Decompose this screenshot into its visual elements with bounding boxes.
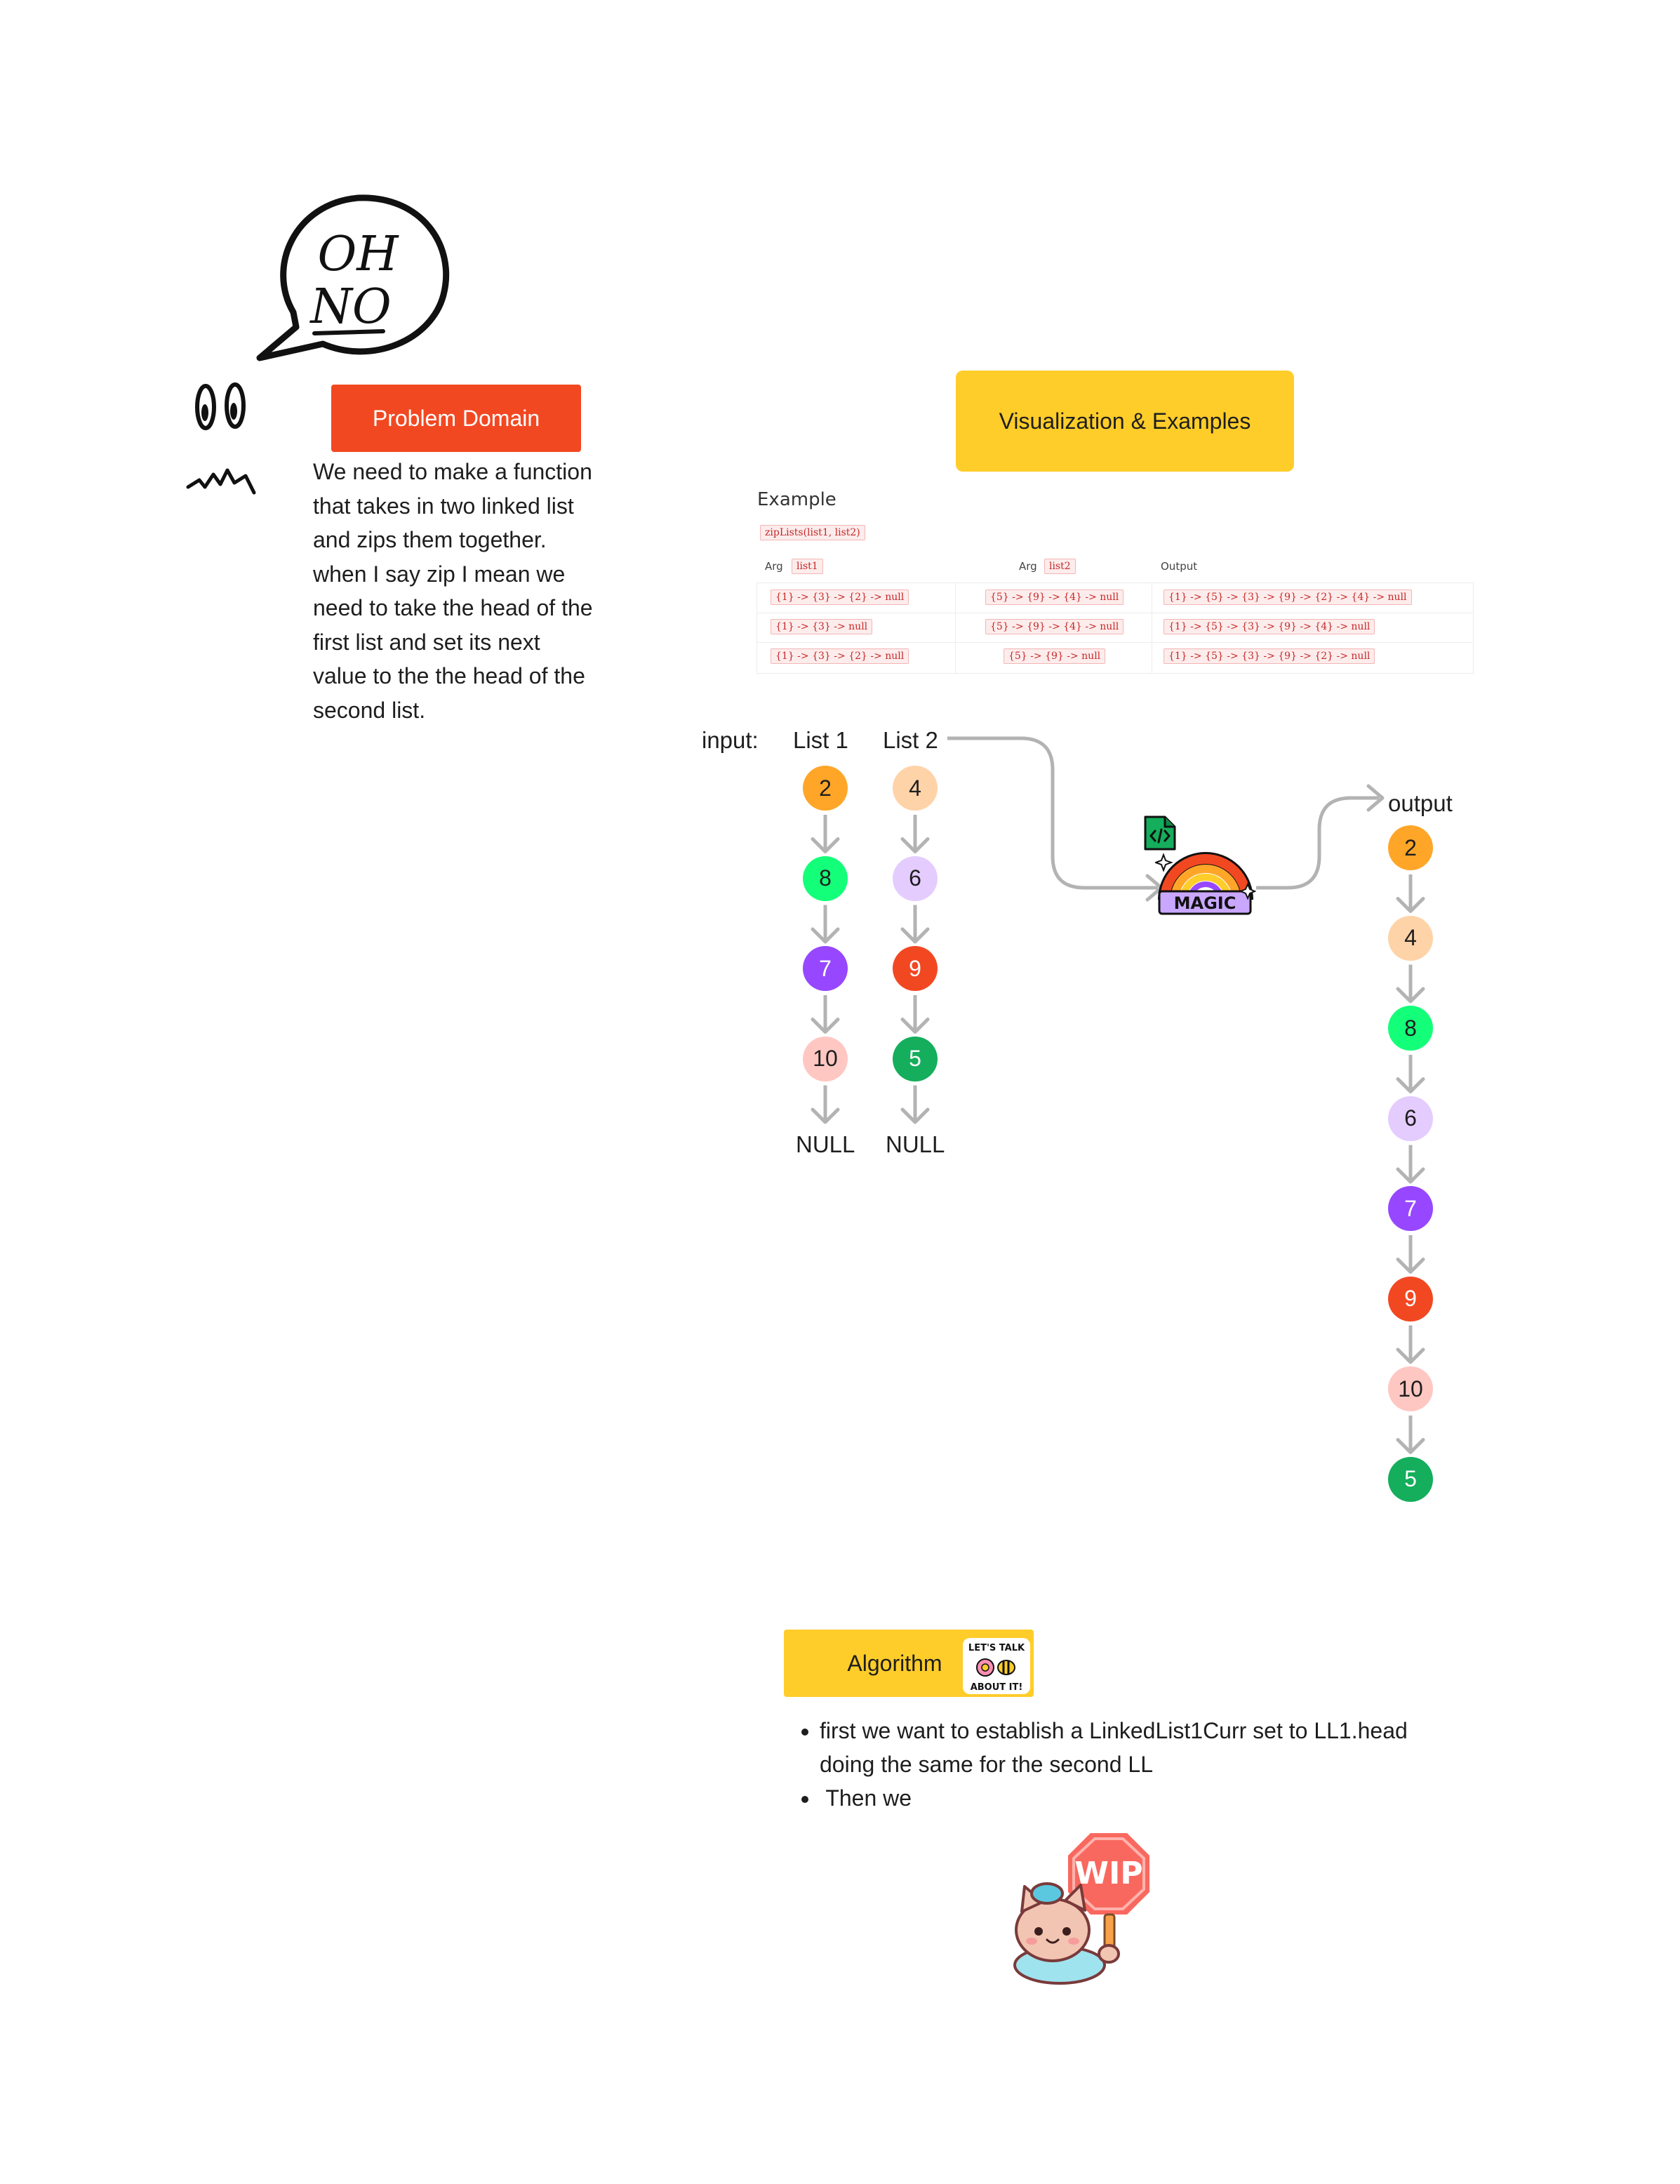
magic-to-output-connector bbox=[1256, 796, 1379, 890]
list2-to-magic-connector bbox=[947, 736, 1158, 890]
wip-cat-sticker: WIP bbox=[1013, 1825, 1157, 1985]
lets-talk-top-text: LET'S TALK bbox=[968, 1643, 1025, 1653]
diagram-arrows bbox=[811, 736, 1425, 1454]
list1-node-4[interactable]: 10 bbox=[803, 1036, 848, 1081]
output-node-5[interactable]: 7 bbox=[1388, 1186, 1433, 1231]
list2-node-2[interactable]: 6 bbox=[893, 855, 938, 901]
output-node-8[interactable]: 5 bbox=[1388, 1456, 1433, 1502]
algorithm-step-2: Then we bbox=[820, 1781, 1409, 1815]
list1-node-1[interactable]: 2 bbox=[803, 766, 848, 811]
list2-node-4[interactable]: 5 bbox=[893, 1036, 938, 1081]
lets-talk-bottom-text: ABOUT IT! bbox=[971, 1682, 1023, 1693]
output-node-6[interactable]: 9 bbox=[1388, 1276, 1433, 1321]
list2-node-3[interactable]: 9 bbox=[893, 946, 938, 991]
output-node-3[interactable]: 8 bbox=[1388, 1006, 1433, 1051]
algorithm-title: Algorithm bbox=[847, 1650, 942, 1676]
magic-text: MAGIC bbox=[1174, 893, 1236, 913]
code-file-icon bbox=[1144, 815, 1176, 851]
list1-node-2[interactable]: 8 bbox=[803, 855, 848, 901]
magic-rainbow-sticker: MAGIC bbox=[1155, 852, 1256, 915]
algorithm-steps: first we want to establish a LinkedList1… bbox=[793, 1714, 1409, 1815]
output-node-7[interactable]: 10 bbox=[1388, 1366, 1433, 1411]
list2-node-1[interactable]: 4 bbox=[893, 766, 938, 811]
wip-text: WIP bbox=[1074, 1856, 1142, 1891]
lets-talk-sticker: LET'S TALK ABOUT IT! bbox=[963, 1638, 1030, 1694]
output-node-1[interactable]: 2 bbox=[1388, 825, 1433, 870]
output-node-2[interactable]: 4 bbox=[1388, 915, 1433, 961]
algorithm-step-1: first we want to establish a LinkedList1… bbox=[820, 1714, 1409, 1781]
list1-node-3[interactable]: 7 bbox=[803, 946, 848, 991]
output-node-4[interactable]: 6 bbox=[1388, 1096, 1433, 1141]
